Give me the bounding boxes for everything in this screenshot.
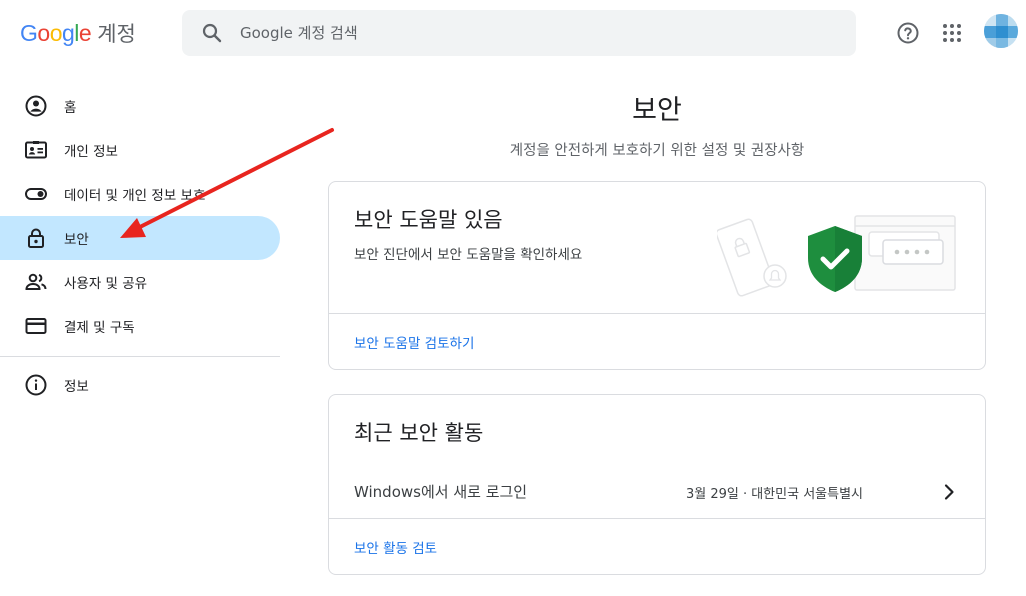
product-name: 계정: [97, 22, 136, 46]
people-icon: [24, 270, 48, 294]
sidebar-divider: [0, 356, 280, 357]
search-input[interactable]: [240, 10, 840, 56]
help-icon[interactable]: [896, 21, 920, 45]
sidebar-item-home[interactable]: 홈: [0, 84, 280, 128]
sidebar-nav: 홈 개인 정보 데이터 및 개인 정보 보호 보안 사용자 및 공유 결제 및 …: [0, 84, 280, 407]
search-icon[interactable]: [200, 21, 224, 45]
recent-security-activity-card: 최근 보안 활동 Windows에서 새로 로그인 3월 29일 · 대한민국 …: [328, 394, 986, 575]
sidebar-item-security[interactable]: 보안: [0, 216, 280, 260]
google-wordmark: Google: [20, 20, 92, 46]
activity-row[interactable]: Windows에서 새로 로그인 3월 29일 · 대한민국 서울특별시: [329, 465, 985, 519]
sidebar-item-payments[interactable]: 결제 및 구독: [0, 304, 280, 348]
review-security-activity-link[interactable]: 보안 활동 검토: [354, 537, 437, 557]
chevron-right-icon: [944, 484, 954, 500]
sidebar-item-label: 데이터 및 개인 정보 보호: [64, 188, 206, 204]
sidebar-item-label: 사용자 및 공유: [64, 276, 148, 292]
sidebar-item-about[interactable]: 정보: [0, 363, 280, 407]
sidebar-item-label: 결제 및 구독: [64, 320, 135, 336]
main-content: 보안 계정을 안전하게 보호하기 위한 설정 및 권장사항: [328, 68, 986, 160]
sidebar-item-label: 보안: [64, 232, 89, 248]
page-title: 보안: [632, 95, 682, 126]
search-bar[interactable]: [182, 10, 856, 56]
card-description: 보안 진단에서 보안 도움말을 확인하세요: [354, 247, 583, 263]
sidebar-item-people-sharing[interactable]: 사용자 및 공유: [0, 260, 280, 304]
card-title: 보안 도움말 있음: [354, 208, 503, 232]
sidebar-item-label: 정보: [64, 379, 89, 395]
top-bar: Google 계정: [0, 0, 1026, 68]
home-account-icon: [24, 94, 48, 118]
google-account-logo[interactable]: Google 계정: [20, 18, 136, 48]
activity-label: Windows에서 새로 로그인: [354, 483, 528, 501]
security-checkup-illustration: [717, 215, 956, 297]
review-security-tips-link[interactable]: 보안 도움말 검토하기: [354, 332, 474, 352]
info-icon: [24, 373, 48, 397]
credit-card-icon: [24, 314, 48, 338]
apps-grid-icon[interactable]: [940, 21, 964, 45]
security-tips-card: 보안 도움말 있음 보안 진단에서 보안 도움말을 확인하세요 보안 도움말 검…: [328, 181, 986, 370]
id-card-icon: [24, 138, 48, 162]
page-subtitle: 계정을 안전하게 보호하기 위한 설정 및 권장사항: [509, 143, 805, 159]
card-divider: [329, 313, 985, 314]
card-title: 최근 보안 활동: [354, 421, 484, 445]
avatar[interactable]: [984, 14, 1018, 48]
sidebar-item-label: 홈: [64, 100, 77, 116]
toggle-icon: [24, 182, 48, 206]
lock-icon: [24, 226, 48, 250]
activity-meta: 3월 29일 · 대한민국 서울특별시: [685, 487, 863, 502]
sidebar-item-data-privacy[interactable]: 데이터 및 개인 정보 보호: [0, 172, 280, 216]
card-divider: [329, 518, 985, 519]
sidebar-item-personal-info[interactable]: 개인 정보: [0, 128, 280, 172]
sidebar-item-label: 개인 정보: [64, 144, 118, 160]
